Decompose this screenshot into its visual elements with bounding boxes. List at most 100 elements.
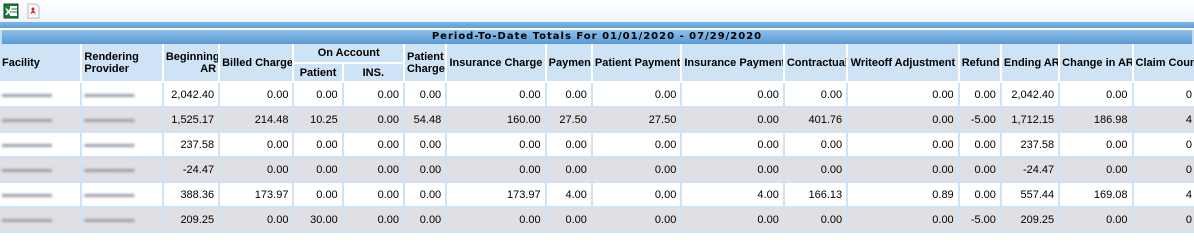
ending-ar-cell: 237.58: [1001, 133, 1061, 158]
beginning-ar-cell: 1,525.17: [163, 108, 221, 133]
col-refund[interactable]: Refund: [959, 44, 1002, 83]
col-facility[interactable]: Facility: [0, 44, 83, 83]
table-row: ▬▬▬▬▬ ▬▬▬▬▬ 237.58 0.00 0.00 0.00 0.00 0.00 0.00…: [0, 133, 1194, 158]
billed-charge-cell: 0.00: [220, 83, 295, 108]
col-patient-payment[interactable]: Patient Payment: [592, 44, 683, 83]
on-account-ins-cell: 0.00: [343, 208, 405, 233]
redacted-text: ▬▬▬▬▬: [84, 88, 135, 100]
ending-ar-cell: 1,712.15: [1001, 108, 1061, 133]
svg-text:X: X: [5, 8, 12, 18]
contractual-cell: 401.76: [784, 108, 849, 133]
col-contractual[interactable]: Contractual: [784, 44, 849, 83]
on-account-patient-cell: 0.00: [294, 133, 344, 158]
col-change-in-ar[interactable]: Change in AR: [1060, 44, 1134, 83]
col-billed-charge[interactable]: Billed Charge: [220, 44, 295, 83]
billed-charge-cell: 0.00: [220, 208, 295, 233]
billed-charge-cell: 173.97: [220, 183, 295, 208]
on-account-ins-cell: 0.00: [343, 83, 405, 108]
patient-charge-cell: 0.00: [404, 183, 448, 208]
table-row: ▬▬▬▬▬ ▬▬▬▬▬ 2,042.40 0.00 0.00 0.00 0.00 0.00 0.…: [0, 83, 1194, 108]
change-in-ar-cell: 0.00: [1060, 158, 1134, 183]
claim-count-cell: 4: [1133, 183, 1194, 208]
on-account-patient-cell: 0.00: [294, 83, 344, 108]
col-writeoff-adjustment[interactable]: Writeoff Adjustment: [848, 44, 960, 83]
claim-count-cell: 0: [1133, 83, 1194, 108]
change-in-ar-cell: 0.00: [1060, 83, 1134, 108]
col-on-account-ins[interactable]: INS.: [343, 64, 405, 83]
writeoff-adjustment-cell: 0.00: [848, 158, 960, 183]
provider-cell-redacted: ▬▬▬▬▬: [82, 133, 164, 158]
on-account-ins-cell: 0.00: [343, 183, 405, 208]
excel-export-icon[interactable]: X: [3, 3, 19, 19]
col-rendering-provider[interactable]: Rendering Provider: [82, 44, 164, 83]
on-account-patient-cell: 0.00: [294, 158, 344, 183]
beginning-ar-cell: 237.58: [163, 133, 221, 158]
patient-charge-cell: 0.00: [404, 158, 448, 183]
claim-count-cell: 0: [1133, 158, 1194, 183]
provider-cell-redacted: ▬▬▬▬▬: [82, 208, 164, 233]
table-row: ▬▬▬▬▬ ▬▬▬▬▬ 1,525.17 214.48 10.25 0.00 54.48 16…: [0, 108, 1194, 133]
on-account-ins-cell: 0.00: [343, 133, 405, 158]
refund-cell: -5.00: [959, 208, 1002, 233]
col-insurance-charge[interactable]: Insurance Charge: [447, 44, 547, 83]
pdf-export-icon[interactable]: [25, 3, 41, 19]
refund-cell: -5.00: [959, 108, 1002, 133]
ar-totals-table: Facility Rendering Provider Beginning AR…: [0, 44, 1194, 233]
writeoff-adjustment-cell: 0.00: [848, 83, 960, 108]
col-ending-ar[interactable]: Ending AR: [1001, 44, 1061, 83]
refund-cell: 0.00: [959, 133, 1002, 158]
facility-cell-redacted: ▬▬▬▬▬: [0, 183, 83, 208]
insurance-payment-cell: 0.00: [682, 108, 785, 133]
facility-cell-redacted: ▬▬▬▬▬: [0, 208, 83, 233]
insurance-payment-cell: 0.00: [682, 133, 785, 158]
insurance-charge-cell: 173.97: [447, 183, 547, 208]
payment-cell: 0.00: [546, 158, 593, 183]
billed-charge-cell: 214.48: [220, 108, 295, 133]
ending-ar-cell: 2,042.40: [1001, 83, 1061, 108]
claim-count-cell: 0: [1133, 208, 1194, 233]
on-account-patient-cell: 30.00: [294, 208, 344, 233]
col-payment[interactable]: Payment: [546, 44, 593, 83]
insurance-payment-cell: 4.00: [682, 183, 785, 208]
facility-cell-redacted: ▬▬▬▬▬: [0, 83, 83, 108]
col-patient-charge[interactable]: Patient Charge: [404, 44, 448, 83]
facility-cell-redacted: ▬▬▬▬▬: [0, 108, 83, 133]
contractual-cell: 0.00: [784, 133, 849, 158]
insurance-charge-cell: 0.00: [447, 83, 547, 108]
claim-count-cell: 4: [1133, 108, 1194, 133]
writeoff-adjustment-cell: 0.00: [848, 133, 960, 158]
beginning-ar-cell: 388.36: [163, 183, 221, 208]
patient-payment-cell: 27.50: [592, 108, 683, 133]
insurance-payment-cell: 0.00: [682, 83, 785, 108]
writeoff-adjustment-cell: 0.00: [848, 208, 960, 233]
contractual-cell: 0.00: [784, 83, 849, 108]
payment-cell: 27.50: [546, 108, 593, 133]
col-insurance-payment[interactable]: Insurance Payment: [682, 44, 785, 83]
ending-ar-cell: 209.25: [1001, 208, 1061, 233]
on-account-patient-cell: 10.25: [294, 108, 344, 133]
insurance-payment-cell: 0.00: [682, 208, 785, 233]
insurance-payment-cell: 0.00: [682, 158, 785, 183]
change-in-ar-cell: 186.98: [1060, 108, 1134, 133]
change-in-ar-cell: 169.08: [1060, 183, 1134, 208]
table-row: ▬▬▬▬▬ ▬▬▬▬▬ -24.47 0.00 0.00 0.00 0.00 0.00 0.00…: [0, 158, 1194, 183]
col-beginning-ar[interactable]: Beginning AR: [163, 44, 221, 83]
patient-payment-cell: 0.00: [592, 208, 683, 233]
col-on-account-patient[interactable]: Patient: [294, 64, 344, 83]
patient-charge-cell: 54.48: [404, 108, 448, 133]
contractual-cell: 166.13: [784, 183, 849, 208]
patient-payment-cell: 0.00: [592, 158, 683, 183]
col-on-account[interactable]: On Account: [294, 44, 405, 64]
table-row: ▬▬▬▬▬ ▬▬▬▬▬ 388.36 173.97 0.00 0.00 0.00 173.97…: [0, 183, 1194, 208]
insurance-charge-cell: 0.00: [447, 208, 547, 233]
refund-cell: 0.00: [959, 183, 1002, 208]
insurance-charge-cell: 0.00: [447, 133, 547, 158]
col-claim-count[interactable]: Claim Count: [1133, 44, 1194, 83]
contractual-cell: 0.00: [784, 208, 849, 233]
redacted-text: ▬▬▬▬▬: [2, 163, 52, 175]
change-in-ar-cell: 0.00: [1060, 133, 1134, 158]
redacted-text: ▬▬▬▬▬: [84, 163, 135, 175]
table-row: ▬▬▬▬▬ ▬▬▬▬▬ 209.25 0.00 30.00 0.00 0.00 0.00 0.0…: [0, 208, 1194, 233]
redacted-text: ▬▬▬▬▬: [2, 113, 52, 125]
payment-cell: 4.00: [546, 183, 593, 208]
